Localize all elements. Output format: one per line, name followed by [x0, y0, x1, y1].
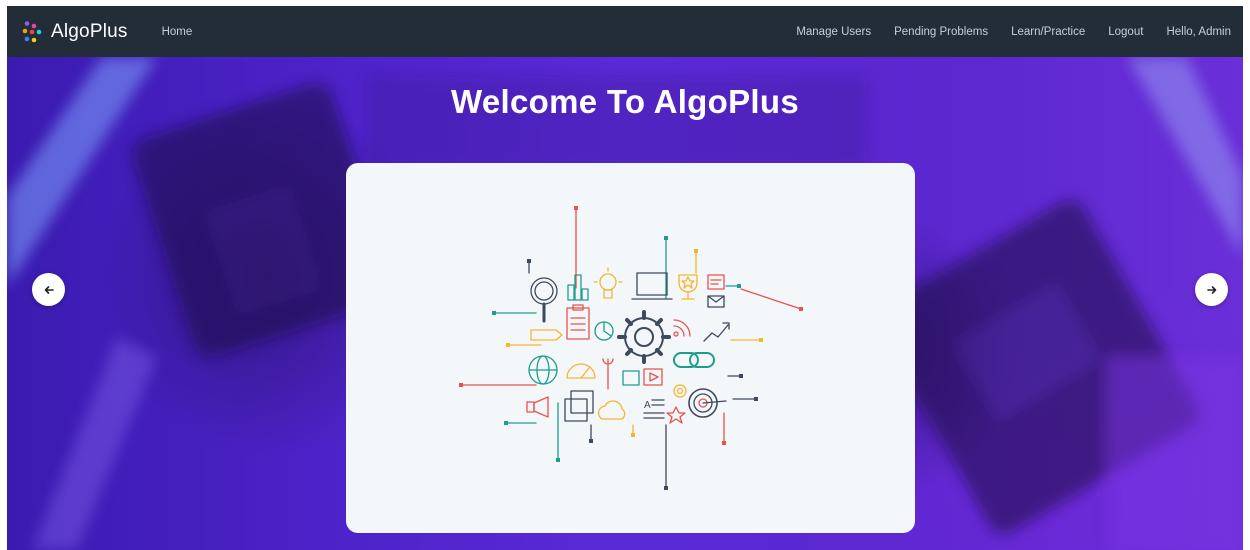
- hero-title: Welcome To AlgoPlus: [451, 83, 799, 120]
- carousel-slide-card: A: [346, 163, 915, 533]
- arrow-left-icon: [44, 285, 54, 294]
- nav-logout-link[interactable]: Logout: [1108, 26, 1143, 38]
- nav-pending-problems-link[interactable]: Pending Problems: [894, 26, 988, 38]
- carousel-next-button[interactable]: [1195, 273, 1228, 306]
- nav-right-menu: Manage Users Pending Problems Learn/Prac…: [796, 26, 1231, 38]
- svg-text:A: A: [644, 400, 651, 411]
- arrow-right-icon: [1206, 285, 1216, 294]
- app-frame: AlgoPlus Home Manage Users Pending Probl…: [7, 6, 1243, 550]
- brand-name: AlgoPlus: [51, 20, 128, 42]
- nav-home-link[interactable]: Home: [162, 26, 193, 38]
- hero-carousel-section: Welcome To AlgoPlus A: [7, 57, 1243, 550]
- nav-user-greeting[interactable]: Hello, Admin: [1166, 26, 1231, 38]
- dots-logo-icon: [22, 20, 42, 42]
- top-navbar: AlgoPlus Home Manage Users Pending Probl…: [7, 6, 1243, 57]
- carousel-prev-button[interactable]: [32, 273, 65, 306]
- technology-icons-illustration: A: [459, 206, 803, 490]
- nav-manage-users-link[interactable]: Manage Users: [796, 26, 871, 38]
- brand-link[interactable]: AlgoPlus: [21, 20, 128, 44]
- nav-learn-practice-link[interactable]: Learn/Practice: [1011, 26, 1085, 38]
